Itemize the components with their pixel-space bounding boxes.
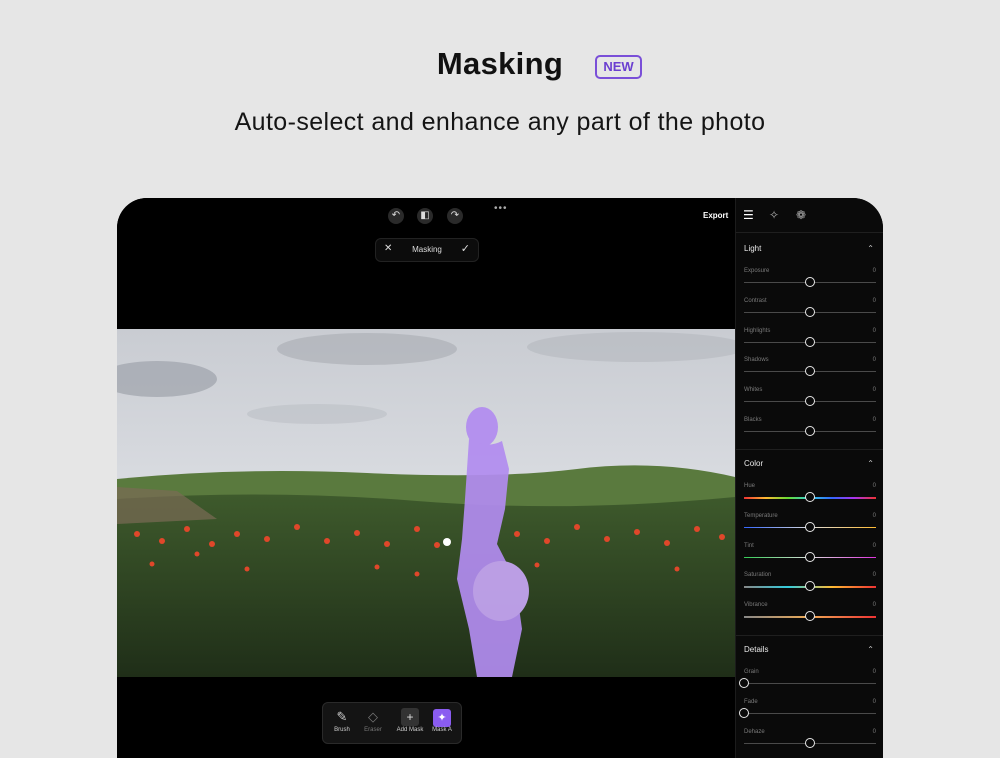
slider-value: 0 bbox=[872, 602, 876, 609]
editor-canvas: ••• ↶ ◧ ↷ ✕ Masking ✓ ✎ Brush ◇ Eraser +… bbox=[117, 198, 735, 758]
slider-value: 0 bbox=[872, 327, 876, 334]
slider-fade[interactable]: Fade 0 bbox=[739, 698, 876, 727]
app-window: ••• ↶ ◧ ↷ ✕ Masking ✓ ✎ Brush ◇ Eraser +… bbox=[117, 198, 883, 758]
mix-icon[interactable]: ❁ bbox=[796, 208, 806, 222]
slider-value: 0 bbox=[872, 357, 876, 364]
hero-title: Masking bbox=[0, 46, 1000, 82]
photo-image bbox=[117, 329, 735, 677]
divider bbox=[736, 232, 883, 233]
eraser-icon: ◇ bbox=[368, 709, 378, 724]
divider bbox=[736, 449, 883, 450]
slider-blacks[interactable]: Blacks 0 bbox=[744, 417, 876, 445]
slider-label: Whites bbox=[744, 387, 763, 394]
slider-label: Vibrance bbox=[744, 602, 768, 609]
chevron-up-icon[interactable]: ⌃ bbox=[867, 459, 874, 468]
mask-icon: ✦ bbox=[433, 709, 451, 727]
chevron-up-icon[interactable]: ⌃ bbox=[867, 244, 874, 253]
adjustments-panel: ☰ ✧ ❁ Light ⌃ Exposure 0 Contrast 0 Highlights… bbox=[735, 198, 883, 758]
slider-value: 0 bbox=[872, 698, 876, 705]
slider-knob[interactable] bbox=[805, 336, 815, 347]
slider-knob[interactable] bbox=[805, 551, 815, 562]
slider-vibrance[interactable]: Vibrance 0 bbox=[744, 602, 876, 630]
slider-label: Dehaze bbox=[744, 728, 765, 735]
slider-value: 0 bbox=[872, 542, 876, 549]
slider-knob[interactable] bbox=[805, 277, 815, 287]
slider-label: Hue bbox=[744, 483, 756, 489]
slider-knob[interactable] bbox=[805, 737, 815, 748]
slider-temperature[interactable]: Temperature 0 bbox=[744, 513, 876, 541]
slider-value: 0 bbox=[872, 483, 876, 489]
slider-knob[interactable] bbox=[805, 306, 815, 317]
slider-label: Exposure bbox=[744, 268, 770, 274]
slider-value: 0 bbox=[872, 387, 876, 394]
slider-value: 0 bbox=[872, 669, 876, 675]
slider-value: 0 bbox=[872, 512, 876, 519]
new-badge: NEW bbox=[595, 55, 642, 79]
slider-saturation[interactable]: Saturation 0 bbox=[744, 572, 876, 600]
slider-knob[interactable] bbox=[805, 426, 815, 436]
slider-whites[interactable]: Whites 0 bbox=[744, 387, 876, 415]
redo-icon[interactable]: ↷ bbox=[447, 208, 463, 224]
slider-track[interactable] bbox=[744, 683, 876, 684]
slider-knob[interactable] bbox=[739, 678, 749, 688]
adjust-icon[interactable]: ☰ bbox=[743, 208, 754, 222]
effects-icon[interactable]: ✧ bbox=[769, 208, 779, 222]
slider-value: 0 bbox=[872, 297, 876, 304]
brush-icon: ✎ bbox=[336, 709, 348, 724]
undo-icon[interactable]: ↶ bbox=[388, 208, 404, 224]
slider-knob[interactable] bbox=[805, 366, 815, 377]
slider-knob[interactable] bbox=[805, 492, 815, 502]
slider-hue[interactable]: Hue 0 bbox=[744, 483, 876, 511]
section-title-light[interactable]: Light bbox=[744, 244, 761, 253]
panel-tabs: ☰ ✧ ❁ bbox=[736, 208, 883, 228]
brush-tool[interactable]: ✎ Brush bbox=[327, 707, 357, 733]
slider-label: Shadows bbox=[744, 357, 769, 364]
slider-grain[interactable]: Grain 0 bbox=[739, 669, 876, 697]
eraser-tool[interactable]: ◇ Eraser bbox=[358, 707, 388, 733]
slider-knob[interactable] bbox=[805, 581, 815, 592]
slider-label: Highlights bbox=[744, 327, 771, 334]
slider-value: 0 bbox=[872, 572, 876, 579]
slider-shadows[interactable]: Shadows 0 bbox=[744, 357, 876, 385]
slider-value: 0 bbox=[872, 728, 876, 735]
slider-label: Blacks bbox=[744, 417, 762, 423]
slider-value: 0 bbox=[872, 268, 876, 274]
slider-knob[interactable] bbox=[805, 396, 815, 407]
compare-icon[interactable]: ◧ bbox=[417, 208, 433, 224]
slider-dehaze[interactable]: Dehaze 0 bbox=[744, 729, 876, 757]
confirm-icon[interactable]: ✓ bbox=[461, 242, 470, 255]
plus-icon: + bbox=[401, 708, 419, 726]
mask-tool-bar: ✎ Brush ◇ Eraser + Add Mask ✦ Mask A bbox=[322, 702, 462, 744]
slider-label: Saturation bbox=[744, 572, 772, 579]
slider-label: Fade bbox=[744, 698, 758, 705]
slider-knob[interactable] bbox=[739, 707, 749, 718]
page-title: Masking bbox=[436, 46, 564, 81]
slider-highlights[interactable]: Highlights 0 bbox=[744, 328, 876, 356]
slider-value: 0 bbox=[872, 417, 876, 423]
masking-mode-bar: ✕ Masking ✓ bbox=[375, 238, 479, 262]
add-mask-button[interactable]: + Add Mask bbox=[395, 707, 425, 733]
more-dots[interactable]: ••• bbox=[494, 203, 508, 214]
chevron-up-icon[interactable]: ⌃ bbox=[867, 645, 874, 654]
section-title-color[interactable]: Color bbox=[744, 459, 763, 468]
section-title-details[interactable]: Details bbox=[744, 645, 768, 654]
slider-label: Tint bbox=[744, 542, 754, 549]
mask-a-button[interactable]: ✦ Mask A bbox=[427, 707, 457, 733]
slider-tint[interactable]: Tint 0 bbox=[744, 543, 876, 571]
slider-label: Temperature bbox=[744, 512, 778, 519]
slider-label: Grain bbox=[744, 669, 759, 675]
photo-preview[interactable] bbox=[117, 329, 735, 677]
divider bbox=[736, 635, 883, 636]
slider-knob[interactable] bbox=[805, 611, 815, 622]
slider-track[interactable] bbox=[744, 712, 876, 714]
slider-knob[interactable] bbox=[805, 521, 815, 532]
hero-subtitle: Auto-select and enhance any part of the … bbox=[234, 108, 766, 136]
export-button[interactable]: Export bbox=[703, 211, 728, 220]
slider-exposure[interactable]: Exposure 0 bbox=[744, 268, 876, 296]
slider-label: Contrast bbox=[744, 297, 767, 304]
slider-contrast[interactable]: Contrast 0 bbox=[744, 298, 876, 326]
